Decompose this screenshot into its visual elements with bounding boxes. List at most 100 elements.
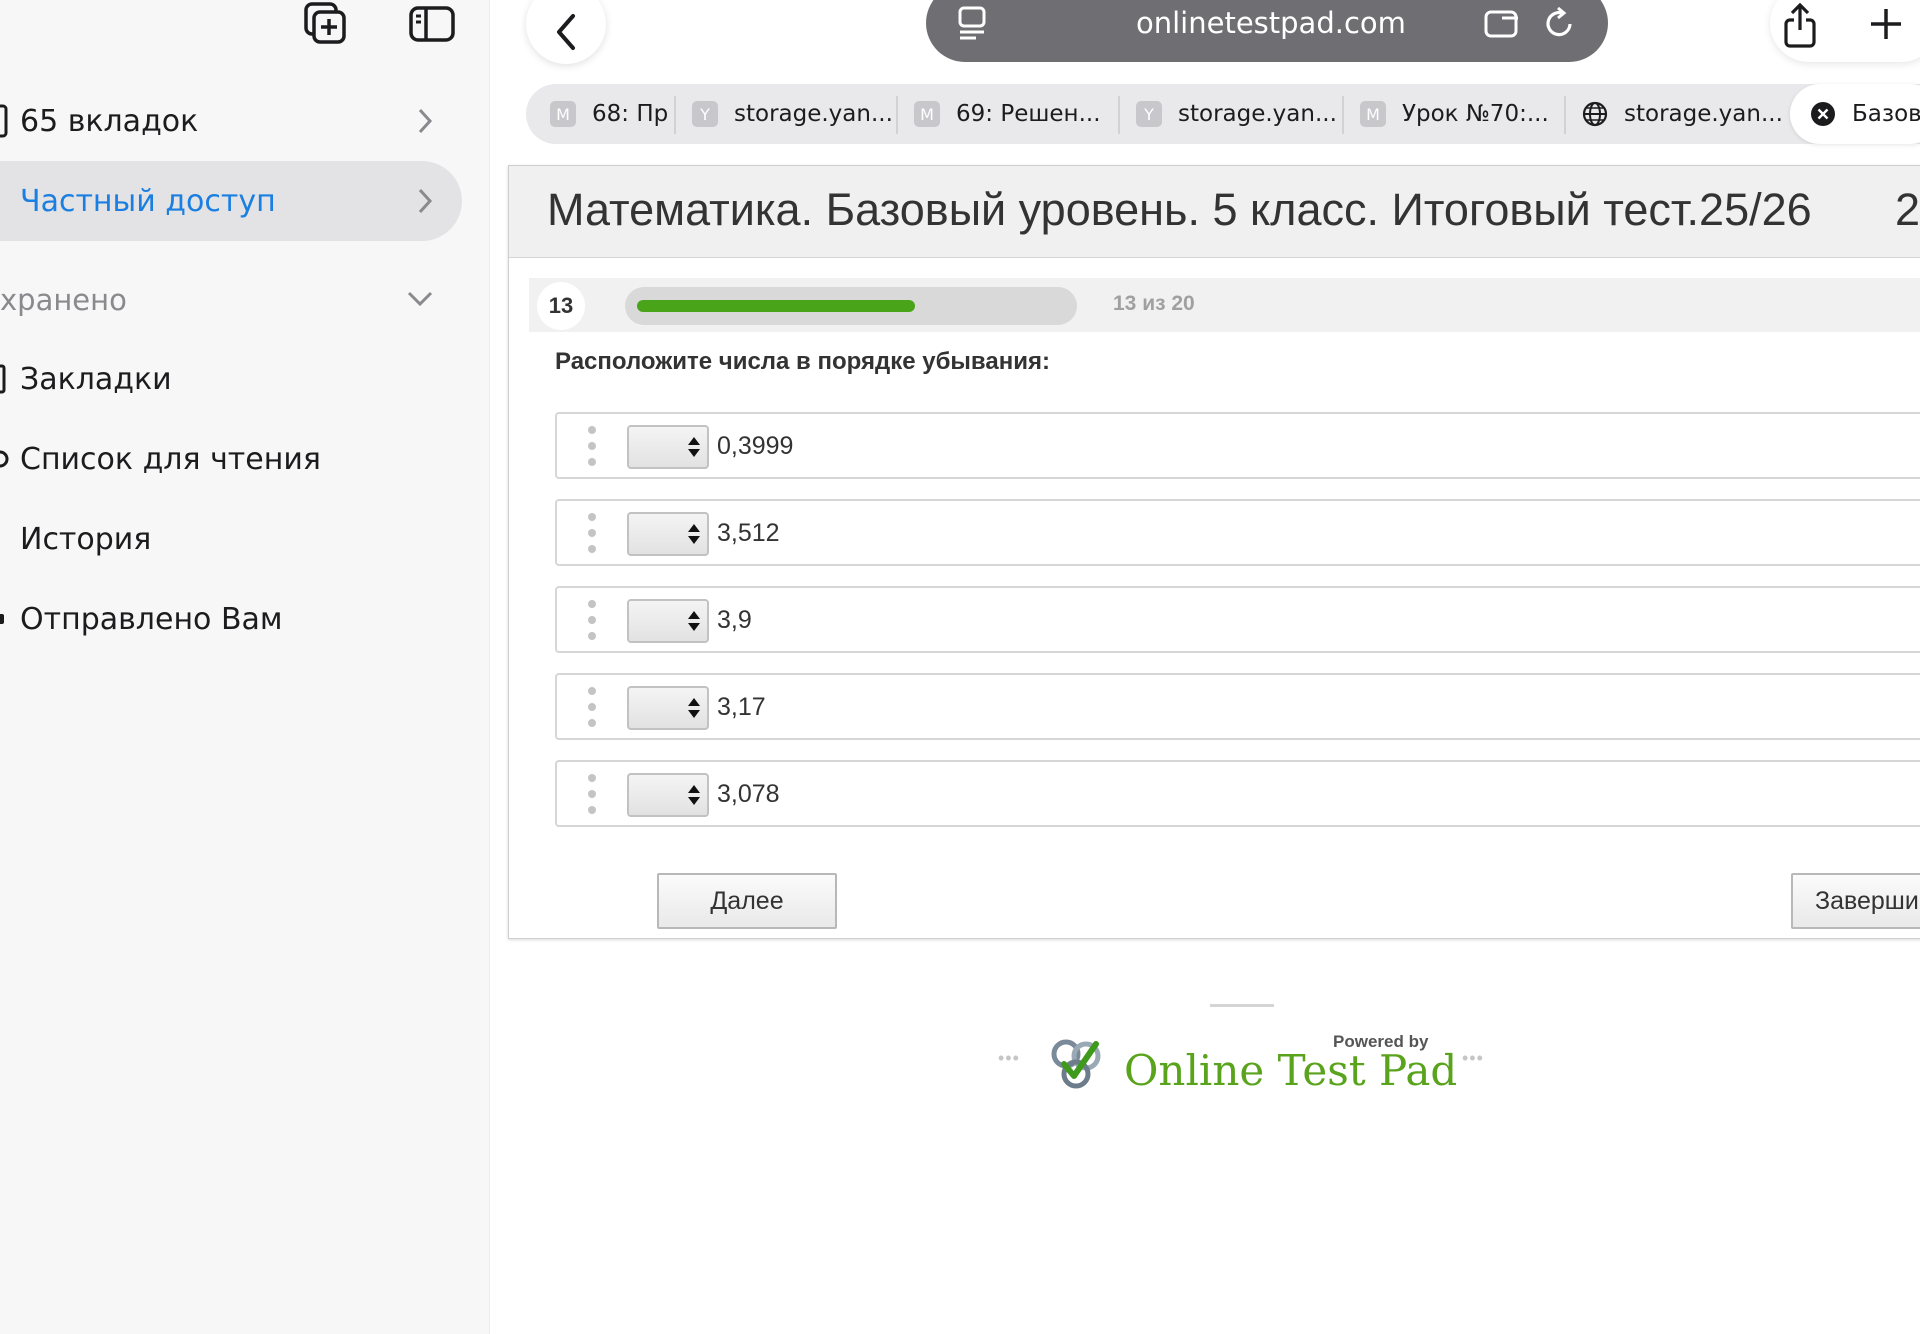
tab-label: 69: Решен... <box>956 101 1101 127</box>
sidebar-section-saved[interactable]: хранено <box>0 270 462 330</box>
sidebar-item-label: Отправлено Вам <box>20 601 283 637</box>
order-select[interactable] <box>627 599 709 643</box>
select-arrows-icon <box>688 611 700 631</box>
drag-handle-icon[interactable] <box>587 513 597 553</box>
sidebar-item-bookmarks[interactable]: Закладки <box>0 339 462 419</box>
bookmarks-icon <box>0 339 20 419</box>
tab-label: storage.yan... <box>1178 101 1336 127</box>
select-arrows-icon <box>688 785 700 805</box>
tab-separator <box>674 96 676 134</box>
tab-separator <box>1564 96 1566 134</box>
sidebar-item-label: Частный доступ <box>20 183 276 219</box>
progress-bar-fill <box>637 300 915 312</box>
footer-dots-right: ••• <box>1462 1048 1484 1068</box>
address-bar[interactable]: onlinetestpad.com <box>926 0 1608 62</box>
reading-list-icon <box>0 419 20 499</box>
order-select[interactable] <box>627 512 709 556</box>
chevron-right-icon <box>418 188 433 214</box>
order-select[interactable] <box>627 686 709 730</box>
chevron-down-icon <box>407 291 433 307</box>
answer-value: 3,078 <box>717 780 780 808</box>
tab-separator <box>1342 96 1344 134</box>
sidebar-toggle-icon[interactable] <box>408 2 458 48</box>
sidebar-item-label: Список для чтения <box>20 441 321 477</box>
footer-dots-left: ••• <box>998 1048 1020 1068</box>
tab-favicon-m: M <box>1360 101 1386 127</box>
tab-favicon-y: Y <box>1136 101 1162 127</box>
tab-5[interactable]: M Урок №70:... <box>1360 84 1560 144</box>
sidebar-item-private[interactable]: Частный доступ <box>0 161 462 241</box>
share-icon[interactable] <box>1780 2 1820 50</box>
sidebar-section-label: хранено <box>0 283 127 317</box>
sidebar-item-shared-with-you[interactable]: Отправлено Вам <box>0 579 462 659</box>
title-overflow-text: 2 <box>1895 184 1920 235</box>
drag-handle-icon[interactable] <box>587 426 597 466</box>
answer-item[interactable]: 0,3999 <box>555 412 1920 479</box>
tab-label: storage.yan... <box>734 101 892 127</box>
history-icon <box>0 499 20 579</box>
sidebar: 65 вкладок Частный доступ хранено Заклад… <box>0 0 490 1334</box>
tab-7-active[interactable]: Базовы <box>1790 84 1920 144</box>
answer-item[interactable]: 3,078 <box>555 760 1920 827</box>
tab-6[interactable]: storage.yan... <box>1582 84 1782 144</box>
tab-favicon-y: Y <box>692 101 718 127</box>
question-text: Расположите числа в порядке убывания: <box>555 348 1050 375</box>
progress-text: 13 из 20 <box>1113 292 1195 315</box>
online-test-pad-logo <box>1051 1039 1101 1089</box>
tab-favicon-m: M <box>914 101 940 127</box>
order-select[interactable] <box>627 425 709 469</box>
tab-label: Базовы <box>1852 101 1920 127</box>
select-arrows-icon <box>688 698 700 718</box>
answer-value: 0,3999 <box>717 432 794 460</box>
sidebar-item-label: История <box>20 521 152 557</box>
extensions-icon[interactable] <box>1482 4 1522 44</box>
sidebar-item-label: 65 вкладок <box>20 103 199 139</box>
tab-separator <box>1118 96 1120 134</box>
answer-value: 3,512 <box>717 519 780 547</box>
next-button[interactable]: Далее <box>657 873 837 929</box>
new-tab-plus-icon[interactable] <box>1868 6 1904 42</box>
tab-separator <box>896 96 898 134</box>
sidebar-item-reading-list[interactable]: Список для чтения <box>0 419 462 499</box>
tab-2[interactable]: Y storage.yan... <box>692 84 892 144</box>
globe-icon <box>1582 101 1608 127</box>
close-tab-icon[interactable] <box>1810 101 1836 127</box>
drag-handle-icon[interactable] <box>587 774 597 814</box>
answer-value: 3,9 <box>717 606 752 634</box>
answer-item[interactable]: 3,512 <box>555 499 1920 566</box>
test-header: Математика. Базовый уровень. 5 класс. Ит… <box>509 166 1920 258</box>
answer-item[interactable]: 3,9 <box>555 586 1920 653</box>
url-text: onlinetestpad.com <box>1136 6 1406 40</box>
tab-1[interactable]: M 68: Пр <box>550 84 674 144</box>
finish-button[interactable]: Заверши <box>1791 873 1920 929</box>
page-menu-icon[interactable] <box>952 4 992 44</box>
progress-row: 13 13 из 20 <box>529 278 1920 332</box>
answer-value: 3,17 <box>717 693 766 721</box>
test-card: Математика. Базовый уровень. 5 класс. Ит… <box>508 165 1920 939</box>
sidebar-item-tabs[interactable]: 65 вкладок <box>0 81 462 161</box>
reload-icon[interactable] <box>1540 4 1580 44</box>
back-button[interactable] <box>526 0 606 64</box>
order-select[interactable] <box>627 773 709 817</box>
answer-item[interactable]: 3,17 <box>555 673 1920 740</box>
tabs-icon <box>0 81 20 161</box>
sidebar-item-label: Закладки <box>20 361 172 397</box>
tab-label: storage.yan... <box>1624 101 1782 127</box>
progress-bar <box>625 287 1077 325</box>
toolbar-right-group <box>1770 0 1920 62</box>
new-tab-group-icon[interactable] <box>302 2 352 48</box>
brand-name[interactable]: Online Test Pad <box>1124 1046 1457 1095</box>
tab-3[interactable]: M 69: Решен... <box>914 84 1114 144</box>
tab-label: Урок №70:... <box>1402 101 1549 127</box>
sidebar-item-history[interactable]: История <box>0 499 462 579</box>
tab-label: 68: Пр <box>592 101 669 127</box>
footer-divider <box>1210 1004 1274 1007</box>
select-arrows-icon <box>688 524 700 544</box>
drag-handle-icon[interactable] <box>587 687 597 727</box>
drag-handle-icon[interactable] <box>587 600 597 640</box>
tab-favicon-m: M <box>550 101 576 127</box>
shared-with-you-icon <box>0 579 20 659</box>
page-title: Математика. Базовый уровень. 5 класс. Ит… <box>547 184 1812 235</box>
tab-4[interactable]: Y storage.yan... <box>1136 84 1336 144</box>
chevron-right-icon <box>418 108 433 134</box>
